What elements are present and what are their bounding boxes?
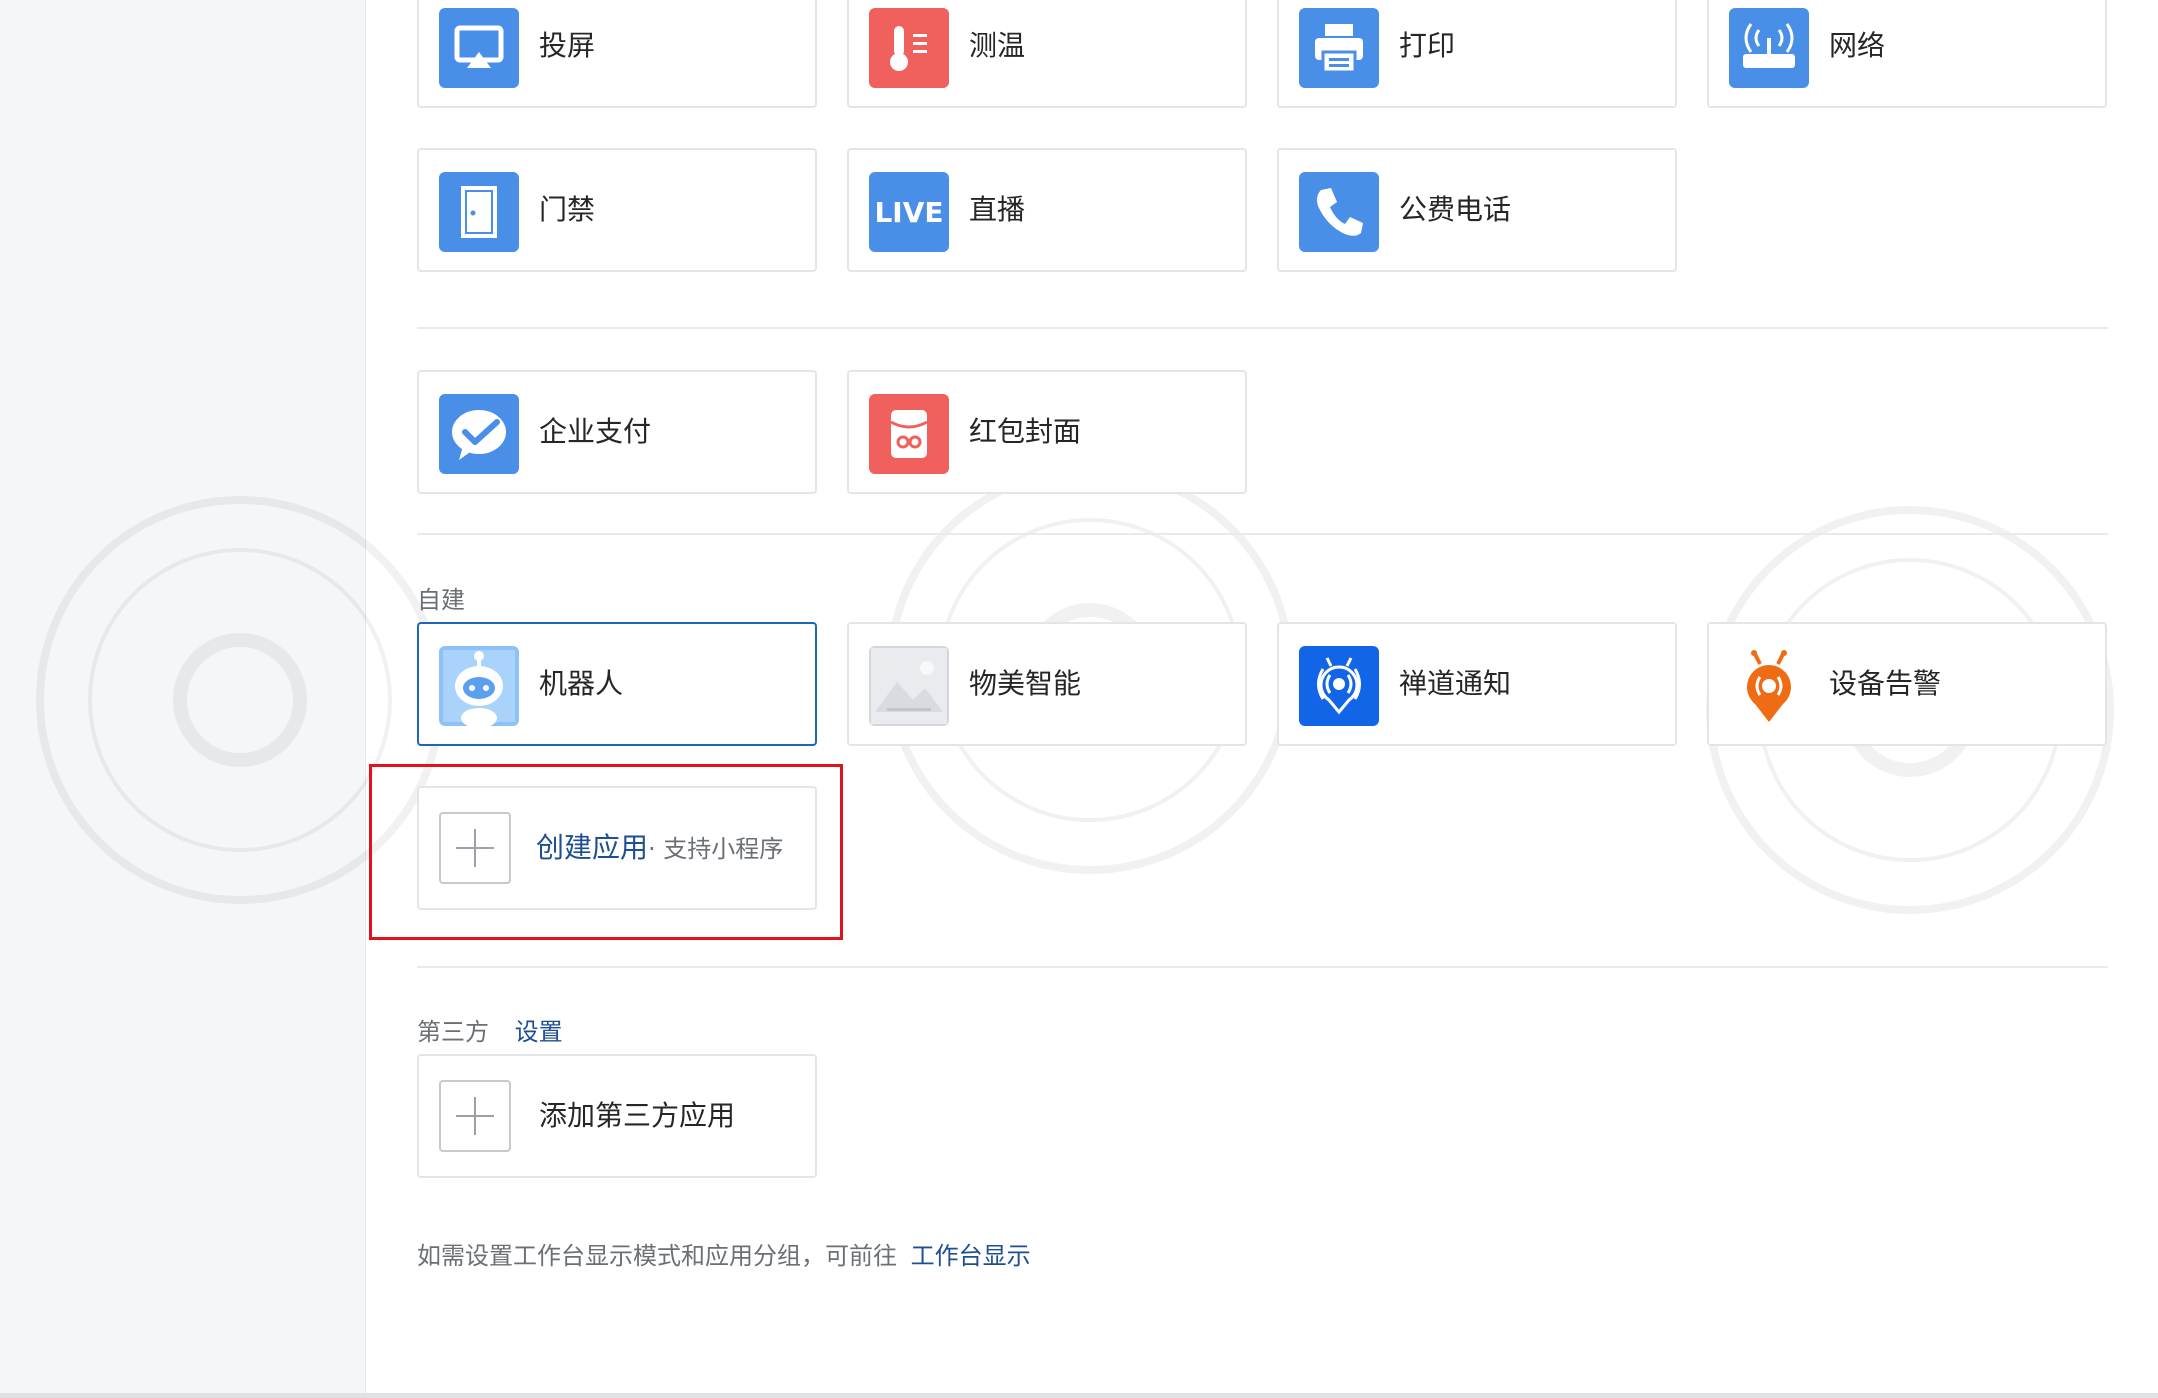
app-card-label: 测温	[969, 29, 1026, 62]
section-divider	[417, 327, 2108, 329]
app-card-chandao-notify[interactable]: 禅道通知	[1277, 622, 1677, 746]
app-card-access-control[interactable]: 门禁	[417, 148, 817, 272]
red-envelope-icon	[869, 394, 949, 474]
app-card-network[interactable]: 网络	[1707, 0, 2107, 108]
app-card-device-alarm[interactable]: 设备告警	[1707, 622, 2107, 746]
app-card-wumei[interactable]: 物美智能	[847, 622, 1247, 746]
app-card-live[interactable]: LIVE 直播	[847, 148, 1247, 272]
svg-text:LIVE: LIVE	[874, 196, 943, 229]
app-card-label: 投屏	[539, 29, 596, 62]
app-card-enterprise-payment[interactable]: 企业支付	[417, 370, 817, 494]
app-card-thermometer[interactable]: 测温	[847, 0, 1247, 108]
section-divider	[417, 966, 2108, 968]
bottom-scrollbar-area	[0, 1393, 2158, 1398]
app-card-label: 企业支付	[539, 415, 652, 448]
app-card-label: 网络	[1829, 29, 1886, 62]
app-card-screen-cast[interactable]: 投屏	[417, 0, 817, 108]
add-third-party-app-label: 添加第三方应用	[539, 1099, 736, 1132]
section-label-self-built: 自建	[417, 586, 465, 614]
app-card-label: 物美智能	[969, 667, 1082, 700]
app-card-label: 公费电话	[1399, 193, 1512, 226]
workbench-display-link[interactable]: 工作台显示	[911, 1242, 1031, 1270]
app-card-label: 红包封面	[969, 415, 1082, 448]
app-card-label: 门禁	[539, 193, 596, 226]
highlight-box	[369, 764, 843, 940]
app-card-label: 打印	[1399, 29, 1456, 62]
printer-icon	[1299, 8, 1379, 88]
app-card-label: 设备告警	[1829, 667, 1942, 700]
app-card-label: 机器人	[539, 667, 624, 700]
footer-hint: 如需设置工作台显示模式和应用分组，可前往 工作台显示	[417, 1242, 1031, 1270]
phone-icon	[1299, 172, 1379, 252]
image-placeholder-icon	[869, 646, 949, 726]
app-card-robot[interactable]: 机器人	[417, 622, 817, 746]
router-icon	[1729, 8, 1809, 88]
add-third-party-app-button[interactable]: 添加第三方应用	[417, 1054, 817, 1178]
wechat-pay-icon	[439, 394, 519, 474]
third-party-settings-link[interactable]: 设置	[515, 1018, 563, 1046]
robot-icon	[439, 646, 519, 726]
broadcast-drop-icon	[1299, 646, 1379, 726]
plus-icon	[439, 1080, 511, 1152]
section-divider	[417, 533, 2108, 535]
app-card-label: 直播	[969, 193, 1026, 226]
section-label-third-party: 第三方 设置	[417, 1018, 563, 1046]
thermometer-icon	[869, 8, 949, 88]
door-icon	[439, 172, 519, 252]
live-icon: LIVE	[869, 172, 949, 252]
app-card-label: 禅道通知	[1399, 667, 1512, 700]
app-card-public-phone[interactable]: 公费电话	[1277, 148, 1677, 272]
alarm-drop-icon	[1729, 646, 1809, 726]
left-panel	[0, 0, 366, 1393]
app-card-printer[interactable]: 打印	[1277, 0, 1677, 108]
screen-cast-icon	[439, 8, 519, 88]
app-card-red-envelope-cover[interactable]: 红包封面	[847, 370, 1247, 494]
